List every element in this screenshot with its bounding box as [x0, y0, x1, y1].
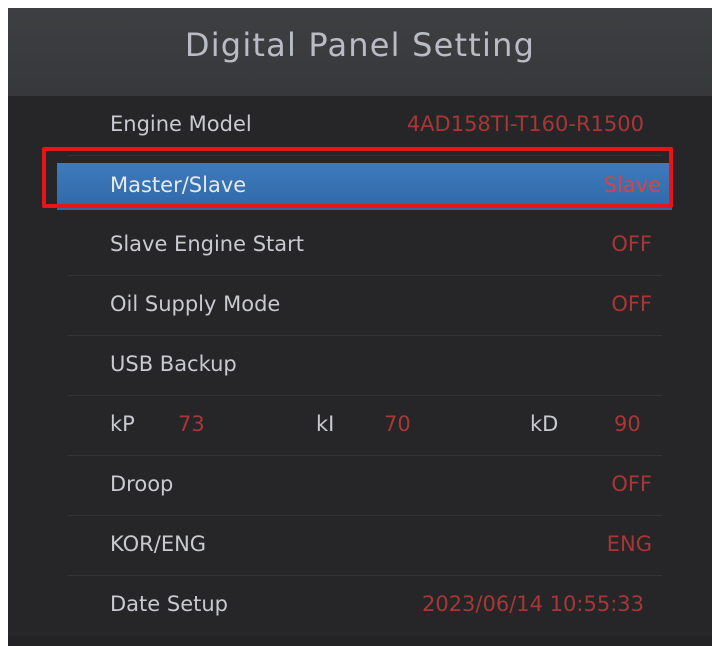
kd-value[interactable]: 90 [614, 412, 641, 436]
setting-row-language[interactable]: KOR/ENG ENG [8, 516, 712, 576]
setting-value: OFF [611, 472, 652, 496]
kp-label: kP [110, 412, 135, 436]
setting-label: KOR/ENG [110, 532, 207, 556]
setting-value: OFF [611, 292, 652, 316]
kd-label: kD [530, 412, 559, 436]
digital-panel: Digital Panel Setting Engine Model 4AD15… [8, 8, 712, 646]
panel-header: Digital Panel Setting [8, 8, 712, 97]
kp-value[interactable]: 73 [178, 412, 205, 436]
setting-label: USB Backup [110, 352, 237, 376]
setting-value: OFF [611, 232, 652, 256]
setting-value: ENG [606, 532, 652, 556]
setting-row-pid[interactable]: kP 73 kI 70 kD 90 [8, 396, 712, 456]
setting-row-date-setup[interactable]: Date Setup 2023/06/14 10:55:33 [8, 576, 712, 636]
setting-label: Droop [110, 472, 174, 496]
setting-row-slave-engine-start[interactable]: Slave Engine Start OFF [8, 216, 712, 276]
setting-label: Date Setup [110, 592, 228, 616]
setting-value: 2023/06/14 10:55:33 [421, 592, 644, 616]
setting-row-oil-supply-mode[interactable]: Oil Supply Mode OFF [8, 276, 712, 336]
setting-label: Slave Engine Start [110, 232, 305, 256]
setting-label: Oil Supply Mode [110, 292, 281, 316]
page-title: Digital Panel Setting [184, 26, 536, 64]
setting-row-droop[interactable]: Droop OFF [8, 456, 712, 516]
selection-annotation-box [42, 147, 673, 208]
setting-row-usb-backup[interactable]: USB Backup [8, 336, 712, 396]
ki-value[interactable]: 70 [384, 412, 411, 436]
ki-label: kI [316, 412, 335, 436]
setting-value: 4AD158TI-T160-R1500 [406, 112, 644, 136]
setting-label: Engine Model [110, 112, 252, 136]
